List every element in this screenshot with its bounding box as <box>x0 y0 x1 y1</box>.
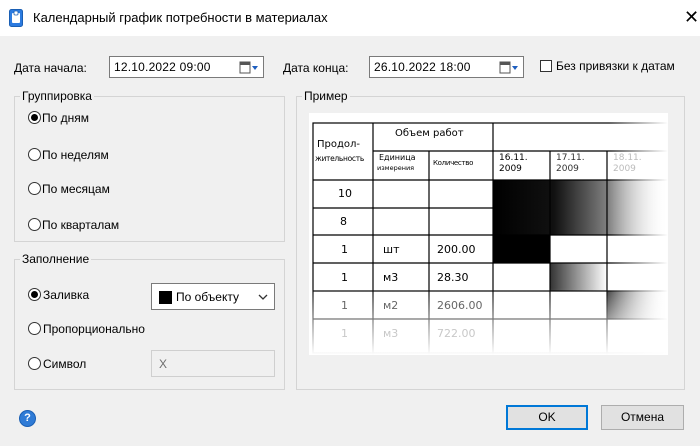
calendar-dropdown-icon[interactable] <box>239 61 259 74</box>
app-icon <box>9 9 23 27</box>
group-by-days-radio[interactable] <box>28 111 41 124</box>
window-title: Календарный график потребности в материа… <box>33 10 328 25</box>
row-2-duration: 8 <box>340 215 347 228</box>
col-duration-line1: Продол- <box>317 139 361 150</box>
date-col-2-year: 2009 <box>556 164 579 174</box>
row-1-duration: 10 <box>338 187 352 200</box>
row-3-qty: 200.00 <box>437 243 476 256</box>
unbound-dates-label: Без привязки к датам <box>556 59 675 73</box>
chevron-down-icon <box>258 294 268 300</box>
col-qty-header: Количество <box>433 159 474 167</box>
color-swatch <box>159 291 172 304</box>
calendar-dropdown-icon[interactable] <box>499 61 519 74</box>
preview-sample: Продол- жительность Объем работ Единица … <box>309 113 668 355</box>
row-6-duration: 1 <box>341 327 348 340</box>
group-by-months-label: По месяцам <box>42 182 110 196</box>
row-5-unit: м2 <box>383 299 399 312</box>
group-by-months-radio[interactable] <box>28 182 41 195</box>
fill-solid-label: Заливка <box>43 288 90 302</box>
end-date-picker[interactable]: 26.10.2022 18:00 <box>369 56 524 78</box>
close-button[interactable]: ✕ <box>684 7 699 27</box>
fill-proportional-radio[interactable] <box>28 322 41 335</box>
col-unit-line1: Единица <box>379 153 416 162</box>
grouping-legend: Группировка <box>20 89 94 103</box>
fill-color-value: По объекту <box>176 290 239 304</box>
start-date-label: Дата начала: <box>14 61 87 75</box>
fill-color-select[interactable]: По объекту <box>151 283 275 310</box>
date-col-1-year: 2009 <box>499 164 522 174</box>
col-duration-line2: жительность <box>315 154 364 163</box>
preview-legend: Пример <box>302 89 350 103</box>
row-3-unit: шт <box>383 243 400 256</box>
col-unit-line2: измерения <box>377 164 415 172</box>
symbol-input[interactable]: X <box>151 350 275 377</box>
fill-proportional-label: Пропорционально <box>43 322 145 336</box>
group-by-weeks-radio[interactable] <box>28 148 41 161</box>
row-4-qty: 28.30 <box>437 271 469 284</box>
group-by-weeks-label: По неделям <box>42 148 109 162</box>
row-6-qty: 722.00 <box>437 327 476 340</box>
ok-button[interactable]: OK <box>506 405 588 430</box>
unbound-dates-checkbox[interactable] <box>540 60 552 72</box>
date-col-2: 17.11. <box>556 153 585 163</box>
cancel-button[interactable]: Отмена <box>601 405 684 430</box>
help-icon[interactable]: ? <box>19 410 36 427</box>
col-volume-header: Объем работ <box>395 128 464 139</box>
date-col-3: 18.11. <box>613 153 642 163</box>
fill-solid-radio[interactable] <box>28 288 41 301</box>
fill-symbol-label: Символ <box>43 357 87 371</box>
date-col-3-year: 2009 <box>613 164 636 174</box>
symbol-value: X <box>159 357 168 371</box>
row-3-duration: 1 <box>341 243 348 256</box>
end-date-value: 26.10.2022 18:00 <box>374 60 471 74</box>
end-date-label: Дата конца: <box>283 61 349 75</box>
row-5-qty: 2606.00 <box>437 299 483 312</box>
group-by-days-label: По дням <box>42 111 90 125</box>
preview-table-graphic <box>309 113 668 355</box>
row-4-duration: 1 <box>341 271 348 284</box>
row-5-duration: 1 <box>341 299 348 312</box>
start-date-picker[interactable]: 12.10.2022 09:00 <box>109 56 264 78</box>
group-by-quarters-radio[interactable] <box>28 218 41 231</box>
row-4-unit: м3 <box>383 271 399 284</box>
fill-legend: Заполнение <box>20 252 92 266</box>
group-by-quarters-label: По кварталам <box>42 218 120 232</box>
date-col-1: 16.11. <box>499 153 528 163</box>
row-6-unit: м3 <box>383 327 399 340</box>
start-date-value: 12.10.2022 09:00 <box>114 60 211 74</box>
fill-symbol-radio[interactable] <box>28 357 41 370</box>
